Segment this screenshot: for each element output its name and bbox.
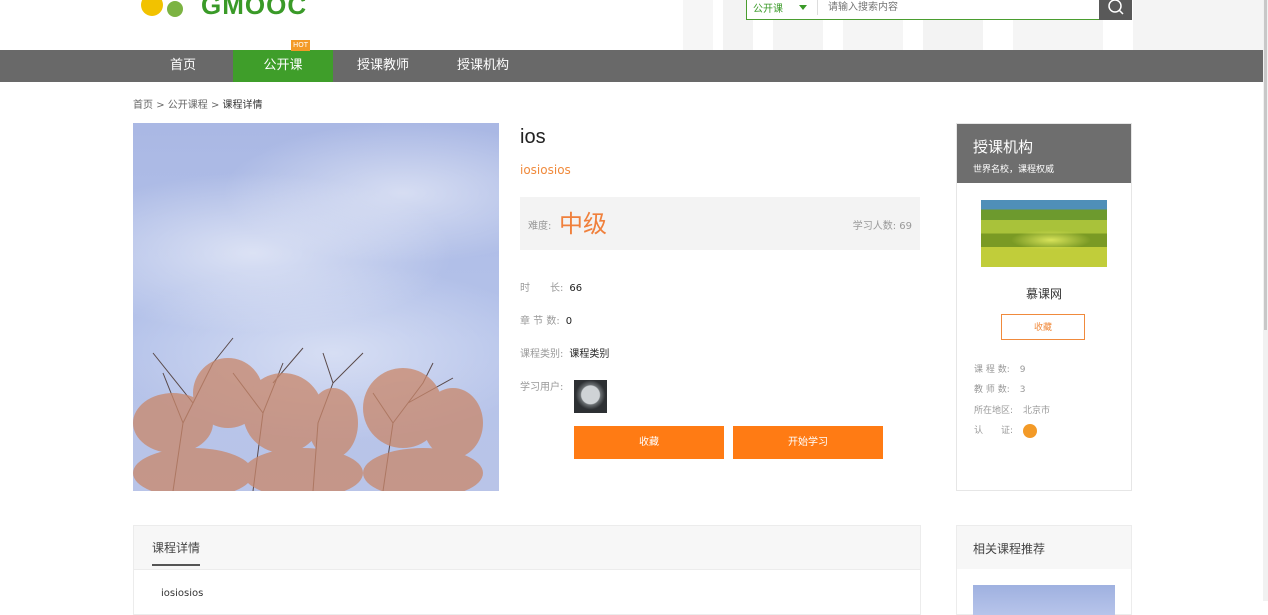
- course-detail-body: iosiosios: [161, 588, 204, 599]
- category-label: 课程类别:: [520, 349, 564, 360]
- course-cover-image: [133, 123, 499, 491]
- org-panel: 授课机构 世界名校，课程权威 慕课网 收藏 课 程 数: 9 教 师 数: 3 所在…: [956, 123, 1132, 491]
- org-panel-slogan: 世界名校，课程权威: [973, 165, 1055, 175]
- search-divider: [817, 0, 818, 15]
- org-image[interactable]: [981, 200, 1107, 267]
- search-bar: 公开课: [746, 0, 1132, 20]
- org-teachers-label: 教 师 数:: [974, 385, 1010, 395]
- org-teachers-row: 教 师 数: 3: [974, 382, 1026, 395]
- related-courses-section: 相关课程推荐: [956, 525, 1132, 615]
- start-learning-button[interactable]: 开始学习: [733, 426, 883, 459]
- chapters-value: 0: [565, 316, 573, 327]
- org-courses-value: 9: [1019, 365, 1026, 375]
- chapters-label: 章 节 数:: [520, 316, 560, 327]
- chapters-row: 章 节 数: 0: [520, 312, 572, 327]
- logo-green-dot: [167, 1, 183, 17]
- nav-item-teachers[interactable]: 授课教师: [333, 50, 433, 82]
- site-logo[interactable]: GMOOC: [141, 0, 307, 24]
- search-category-select[interactable]: 公开课: [747, 0, 793, 15]
- chevron-down-icon[interactable]: [799, 4, 807, 10]
- search-icon: [1107, 0, 1124, 15]
- breadcrumb-current: 课程详情: [222, 100, 263, 111]
- related-title: 相关课程推荐: [973, 542, 1046, 556]
- category-value: 课程类别: [569, 349, 610, 360]
- nav-item-organizations[interactable]: 授课机构: [433, 50, 533, 82]
- org-panel-header: 授课机构 世界名校，课程权威: [957, 124, 1131, 183]
- main-nav: 首页 公开课 授课教师 授课机构: [0, 50, 1268, 82]
- related-course-thumbnail[interactable]: [973, 585, 1115, 615]
- course-subtitle: iosiosios: [520, 163, 571, 177]
- breadcrumb: 首页 > 公开课程 > 课程详情: [133, 96, 263, 111]
- student-avatar[interactable]: [574, 380, 607, 413]
- org-courses-row: 课 程 数: 9: [974, 362, 1026, 375]
- users-label: 学习用户:: [520, 382, 564, 393]
- detail-tab-bar: [134, 526, 920, 570]
- favorite-button[interactable]: 收藏: [574, 426, 724, 459]
- org-panel-title: 授课机构: [973, 138, 1034, 156]
- hot-badge: HOT: [291, 40, 311, 51]
- breadcrumb-separator: >: [156, 100, 165, 111]
- org-cert-row: 认 证:: [974, 423, 1038, 438]
- org-teachers-value: 3: [1019, 385, 1026, 395]
- scrollbar-thumb[interactable]: [1264, 0, 1267, 330]
- course-title: ios: [520, 126, 546, 148]
- nav-item-open-courses[interactable]: 公开课: [233, 50, 333, 82]
- students-label: 学习人数:: [852, 221, 897, 232]
- org-name[interactable]: 慕课网: [957, 285, 1131, 302]
- breadcrumb-section[interactable]: 公开课程: [168, 100, 208, 111]
- difficulty-label: 难度:: [528, 221, 552, 232]
- nav-item-home[interactable]: 首页: [133, 50, 233, 82]
- cover-trees-illustration: [133, 337, 483, 491]
- org-region-value: 北京市: [1023, 406, 1051, 416]
- difficulty-box: 难度: 中级 学习人数: 69: [520, 197, 920, 250]
- breadcrumb-separator: >: [210, 100, 220, 111]
- duration-value: 66: [569, 283, 583, 294]
- org-favorite-button[interactable]: 收藏: [1001, 314, 1085, 340]
- search-button[interactable]: [1099, 0, 1132, 20]
- org-region-label: 所在地区:: [974, 406, 1014, 416]
- tab-course-detail[interactable]: 课程详情: [152, 539, 201, 566]
- org-courses-label: 课 程 数:: [974, 365, 1010, 375]
- duration-row: 时 长: 66: [520, 279, 582, 294]
- search-input[interactable]: [826, 0, 1099, 14]
- students-value: 69: [899, 221, 912, 232]
- duration-label: 时 长:: [520, 283, 564, 294]
- category-row: 课程类别: 课程类别: [520, 345, 609, 360]
- org-region-row: 所在地区: 北京市: [974, 403, 1050, 416]
- difficulty-value: 中级: [559, 210, 607, 238]
- certified-badge-icon: [1023, 423, 1038, 438]
- page-scrollbar[interactable]: [1263, 0, 1268, 601]
- course-detail-section: 课程详情 iosiosios: [133, 525, 921, 615]
- org-cert-label: 认 证:: [974, 426, 1014, 436]
- breadcrumb-home[interactable]: 首页: [133, 100, 153, 111]
- logo-yellow-dot: [141, 0, 163, 16]
- students-count: 学习人数: 69: [853, 217, 912, 232]
- logo-text: GMOOC: [201, 0, 308, 20]
